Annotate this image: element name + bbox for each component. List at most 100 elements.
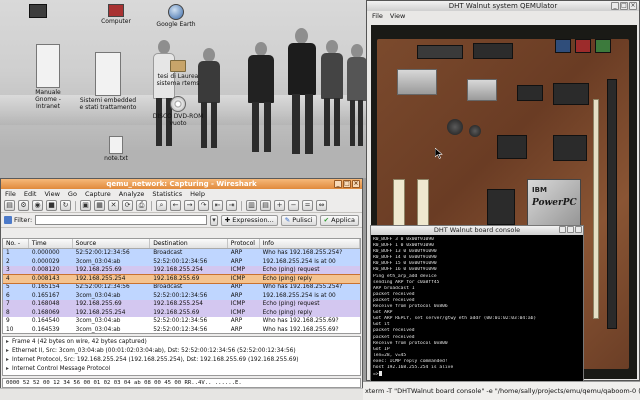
packet-row[interactable]: 3 0.008120 192.168.255.69 192.168.255.254 IC… — [3, 266, 360, 275]
packet-list[interactable]: No. - Time Source Destination Protocol I… — [2, 238, 361, 334]
desktop-icon-label: note.txt — [104, 155, 128, 162]
menu-view[interactable]: View — [390, 11, 405, 22]
packet-cell-no: 5 — [6, 284, 10, 290]
colorize-icon[interactable]: ▥ — [246, 200, 257, 211]
desktop-icon-sistemi-embedded[interactable]: Sistemi embedded e stati trattamento — [78, 52, 138, 111]
close-file-icon[interactable]: ✕ — [108, 200, 119, 211]
packet-row[interactable]: 1 0.000000 52:52:00:12:34:56 Broadcast ARP Wh… — [3, 249, 360, 258]
find-icon[interactable]: ⌕ — [156, 200, 167, 211]
wallpaper-ground — [0, 150, 370, 178]
interfaces-icon[interactable]: ▤ — [4, 200, 15, 211]
filter-dropdown-icon[interactable]: ▾ — [210, 214, 218, 226]
autoscroll-icon[interactable]: ▤ — [260, 200, 271, 211]
packet-row[interactable]: 9 0.164540 3com_03:04:ab 52:52:00:12:34:56 A… — [3, 317, 360, 326]
detail-icmp[interactable]: ▸ Internet Control Message Protocol — [3, 365, 360, 374]
column-header-info[interactable]: Info — [260, 239, 360, 248]
maximize-button[interactable] — [567, 226, 574, 233]
minimize-button[interactable]: _ — [611, 2, 619, 10]
packet-row[interactable]: 5 0.165154 52:52:00:12:34:56 Broadcast ARP Wh… — [3, 283, 360, 292]
menu-edit[interactable]: Edit — [24, 189, 37, 199]
forward-icon[interactable]: → — [184, 200, 195, 211]
close-button[interactable]: × — [352, 180, 360, 188]
packet-row[interactable]: 7 0.168048 192.168.255.69 192.168.255.254 IC… — [3, 300, 360, 309]
wireshark-window: qemu_network: Capturing - Wireshark _ □ … — [0, 178, 363, 400]
menu-file[interactable]: File — [372, 11, 383, 22]
packet-row[interactable]: 8 0.168069 192.168.255.254 192.168.255.69 IC… — [3, 308, 360, 317]
minimize-button[interactable]: _ — [334, 180, 342, 188]
first-packet-icon[interactable]: ⇤ — [212, 200, 223, 211]
desktop-icon-dvd[interactable]: DISCO DVD-ROM vuoto — [148, 96, 208, 127]
back-icon[interactable]: ← — [170, 200, 181, 211]
packet-cell-no: 4 — [6, 275, 10, 282]
stop-capture-icon[interactable]: ■ — [46, 200, 57, 211]
packet-row[interactable]: 2 0.000029 3com_03:04:ab 52:52:00:12:34:56 A… — [3, 257, 360, 266]
maximize-button[interactable]: □ — [343, 180, 351, 188]
last-packet-icon[interactable]: ⇥ — [226, 200, 237, 211]
toolbar-separator — [75, 200, 76, 211]
detail-ethernet[interactable]: ▸ Ethernet II, Src: 3com_03:04:ab (00:01:… — [3, 347, 360, 356]
apply-button[interactable]: ✔ Applica — [319, 214, 359, 226]
packet-cell-proto: ARP — [230, 258, 243, 265]
console-titlebar[interactable]: DHT Walnut board console — [371, 226, 583, 235]
packet-cell-proto: ARP — [230, 284, 243, 290]
packet-row[interactable]: 6 0.165167 3com_03:04:ab 52:52:00:12:34:56 A… — [3, 291, 360, 300]
detail-frame[interactable]: ▸ Frame 4 (42 bytes on wire, 42 bytes cap… — [3, 338, 360, 347]
close-button[interactable]: × — [629, 2, 637, 10]
column-header-source[interactable]: Source — [73, 239, 151, 248]
desktop-wallpaper: Computer Google Earth Manuale Gnome - In… — [0, 0, 370, 178]
column-header-time[interactable]: Time — [29, 239, 73, 248]
maximize-button[interactable]: □ — [620, 2, 628, 10]
reload-icon[interactable]: ⟳ — [122, 200, 133, 211]
minimize-button[interactable] — [559, 226, 566, 233]
cpu-label: PowerPC — [532, 198, 577, 208]
zoom-out-icon[interactable]: − — [288, 200, 299, 211]
save-icon[interactable]: ▦ — [94, 200, 105, 211]
options-icon[interactable]: ⚙ — [18, 200, 29, 211]
dvd-icon — [170, 96, 186, 112]
zoom-in-icon[interactable]: + — [274, 200, 285, 211]
desktop-icon-computer-label[interactable]: Computer — [86, 4, 146, 25]
menu-statistics[interactable]: Statistics — [152, 189, 182, 199]
filter-input[interactable] — [35, 215, 208, 225]
desktop-icon-note[interactable]: note.txt — [86, 136, 146, 162]
filter-label[interactable]: Filter: — [4, 216, 32, 224]
folder-icon — [170, 60, 186, 72]
qemu-titlebar[interactable]: DHT Walnut system QEMUlator _ □ × — [367, 1, 639, 11]
desktop-icon-google-earth[interactable]: Google Earth — [146, 4, 206, 28]
packet-cell-proto: ICMP — [230, 275, 246, 282]
menu-view[interactable]: View — [44, 189, 59, 199]
packet-row[interactable]: 10 0.164539 3com_03:04:ab 52:52:00:12:34:56… — [3, 325, 360, 333]
desktop-icon-computer[interactable] — [8, 4, 68, 18]
wireshark-titlebar[interactable]: qemu_network: Capturing - Wireshark _ □ … — [1, 179, 362, 189]
column-header-no[interactable]: No. - — [3, 239, 29, 248]
start-capture-icon[interactable]: ◉ — [32, 200, 43, 211]
print-icon[interactable]: ⎙ — [136, 200, 147, 211]
console-output[interactable]: R0_BUFF 3 0 0x00f91090 R0_BUFF 1 0 0x00f9… — [371, 235, 583, 378]
desktop-icon-manuale[interactable]: Manuale Gnome - Intranet — [18, 44, 78, 110]
taskbar-item-xterm[interactable]: xterm -T "DHTWalnut board console" -e "/… — [363, 382, 640, 400]
packet-row[interactable]: 4 0.008143 192.168.255.254 192.168.255.69 IC… — [3, 273, 360, 284]
close-button[interactable] — [575, 226, 582, 233]
column-header-destination[interactable]: Destination — [150, 239, 228, 248]
menu-capture[interactable]: Capture — [85, 189, 111, 199]
packet-details[interactable]: ▸ Frame 4 (42 bytes on wire, 42 bytes cap… — [2, 336, 361, 376]
zoom-normal-icon[interactable]: = — [302, 200, 313, 211]
clear-button[interactable]: ✎ Pulisci — [280, 214, 317, 226]
restart-capture-icon[interactable]: ↻ — [60, 200, 71, 211]
expression-button[interactable]: ✚ Expression... — [220, 214, 278, 226]
globe-icon — [168, 4, 184, 20]
menu-help[interactable]: Help — [190, 189, 205, 199]
computer-icon — [29, 4, 47, 18]
detail-ip[interactable]: ▸ Internet Protocol, Src: 192.168.255.254… — [3, 356, 360, 365]
desktop-icon-tesi[interactable]: tesi di Laurea sistema rtems — [148, 60, 208, 87]
column-header-protocol[interactable]: Protocol — [228, 239, 260, 248]
open-icon[interactable]: ▣ — [80, 200, 91, 211]
packet-bytes[interactable]: 0000 52 52 00 12 34 56 00 01 02 03 04 ab… — [2, 378, 361, 388]
menu-file[interactable]: File — [5, 189, 16, 199]
resize-columns-icon[interactable]: ⇔ — [316, 200, 327, 211]
menu-analyze[interactable]: Analyze — [119, 189, 145, 199]
packet-cell-proto: ICMP — [230, 267, 246, 273]
text-cursor-icon — [378, 371, 382, 377]
menu-go[interactable]: Go — [68, 189, 77, 199]
go-to-packet-icon[interactable]: ↷ — [198, 200, 209, 211]
